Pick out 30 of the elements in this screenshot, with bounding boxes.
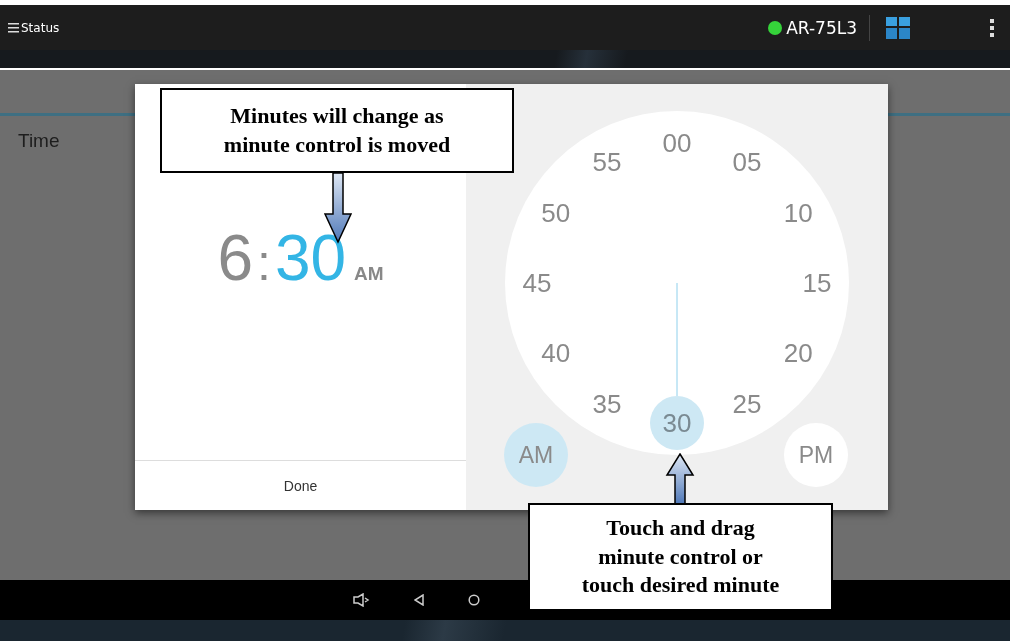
time-separator: : (256, 238, 271, 288)
period-button[interactable]: AM (504, 423, 568, 487)
minute-number[interactable]: 35 (592, 388, 622, 420)
minute-number[interactable]: 05 (732, 146, 762, 178)
device-name: AR-75L3 (786, 17, 857, 38)
up-arrow (665, 453, 695, 505)
period-button[interactable]: PM (784, 423, 848, 487)
minute-number[interactable]: 50 (541, 197, 571, 229)
minute-number[interactable]: 25 (732, 388, 762, 420)
minute-number[interactable]: 00 (662, 127, 692, 159)
menu-icon[interactable] (8, 22, 19, 33)
back-icon[interactable] (414, 594, 424, 606)
minute-number[interactable]: 40 (541, 337, 571, 369)
minute-value[interactable]: 30 (274, 226, 347, 290)
minute-number[interactable]: 15 (802, 267, 832, 299)
minute-number[interactable]: 55 (592, 146, 622, 178)
hour-value[interactable]: 6 (217, 226, 253, 290)
overflow-menu-icon[interactable] (990, 18, 994, 37)
callout-box: Touch and drag minute control or touch desired minute (528, 503, 833, 611)
status-title[interactable]: Status (21, 20, 60, 35)
callout-box: Minutes will change as minute control is moved (160, 88, 514, 173)
volume-icon[interactable] (353, 593, 370, 607)
period-label: AM (354, 263, 384, 285)
minute-number[interactable]: 20 (783, 337, 813, 369)
setting-label: Time (18, 130, 60, 152)
minute-number[interactable]: 45 (522, 267, 552, 299)
grid-icon[interactable] (886, 16, 910, 39)
home-icon[interactable] (468, 594, 480, 606)
minute-number[interactable]: 30 (662, 407, 692, 439)
minute-number[interactable]: 10 (783, 197, 813, 229)
